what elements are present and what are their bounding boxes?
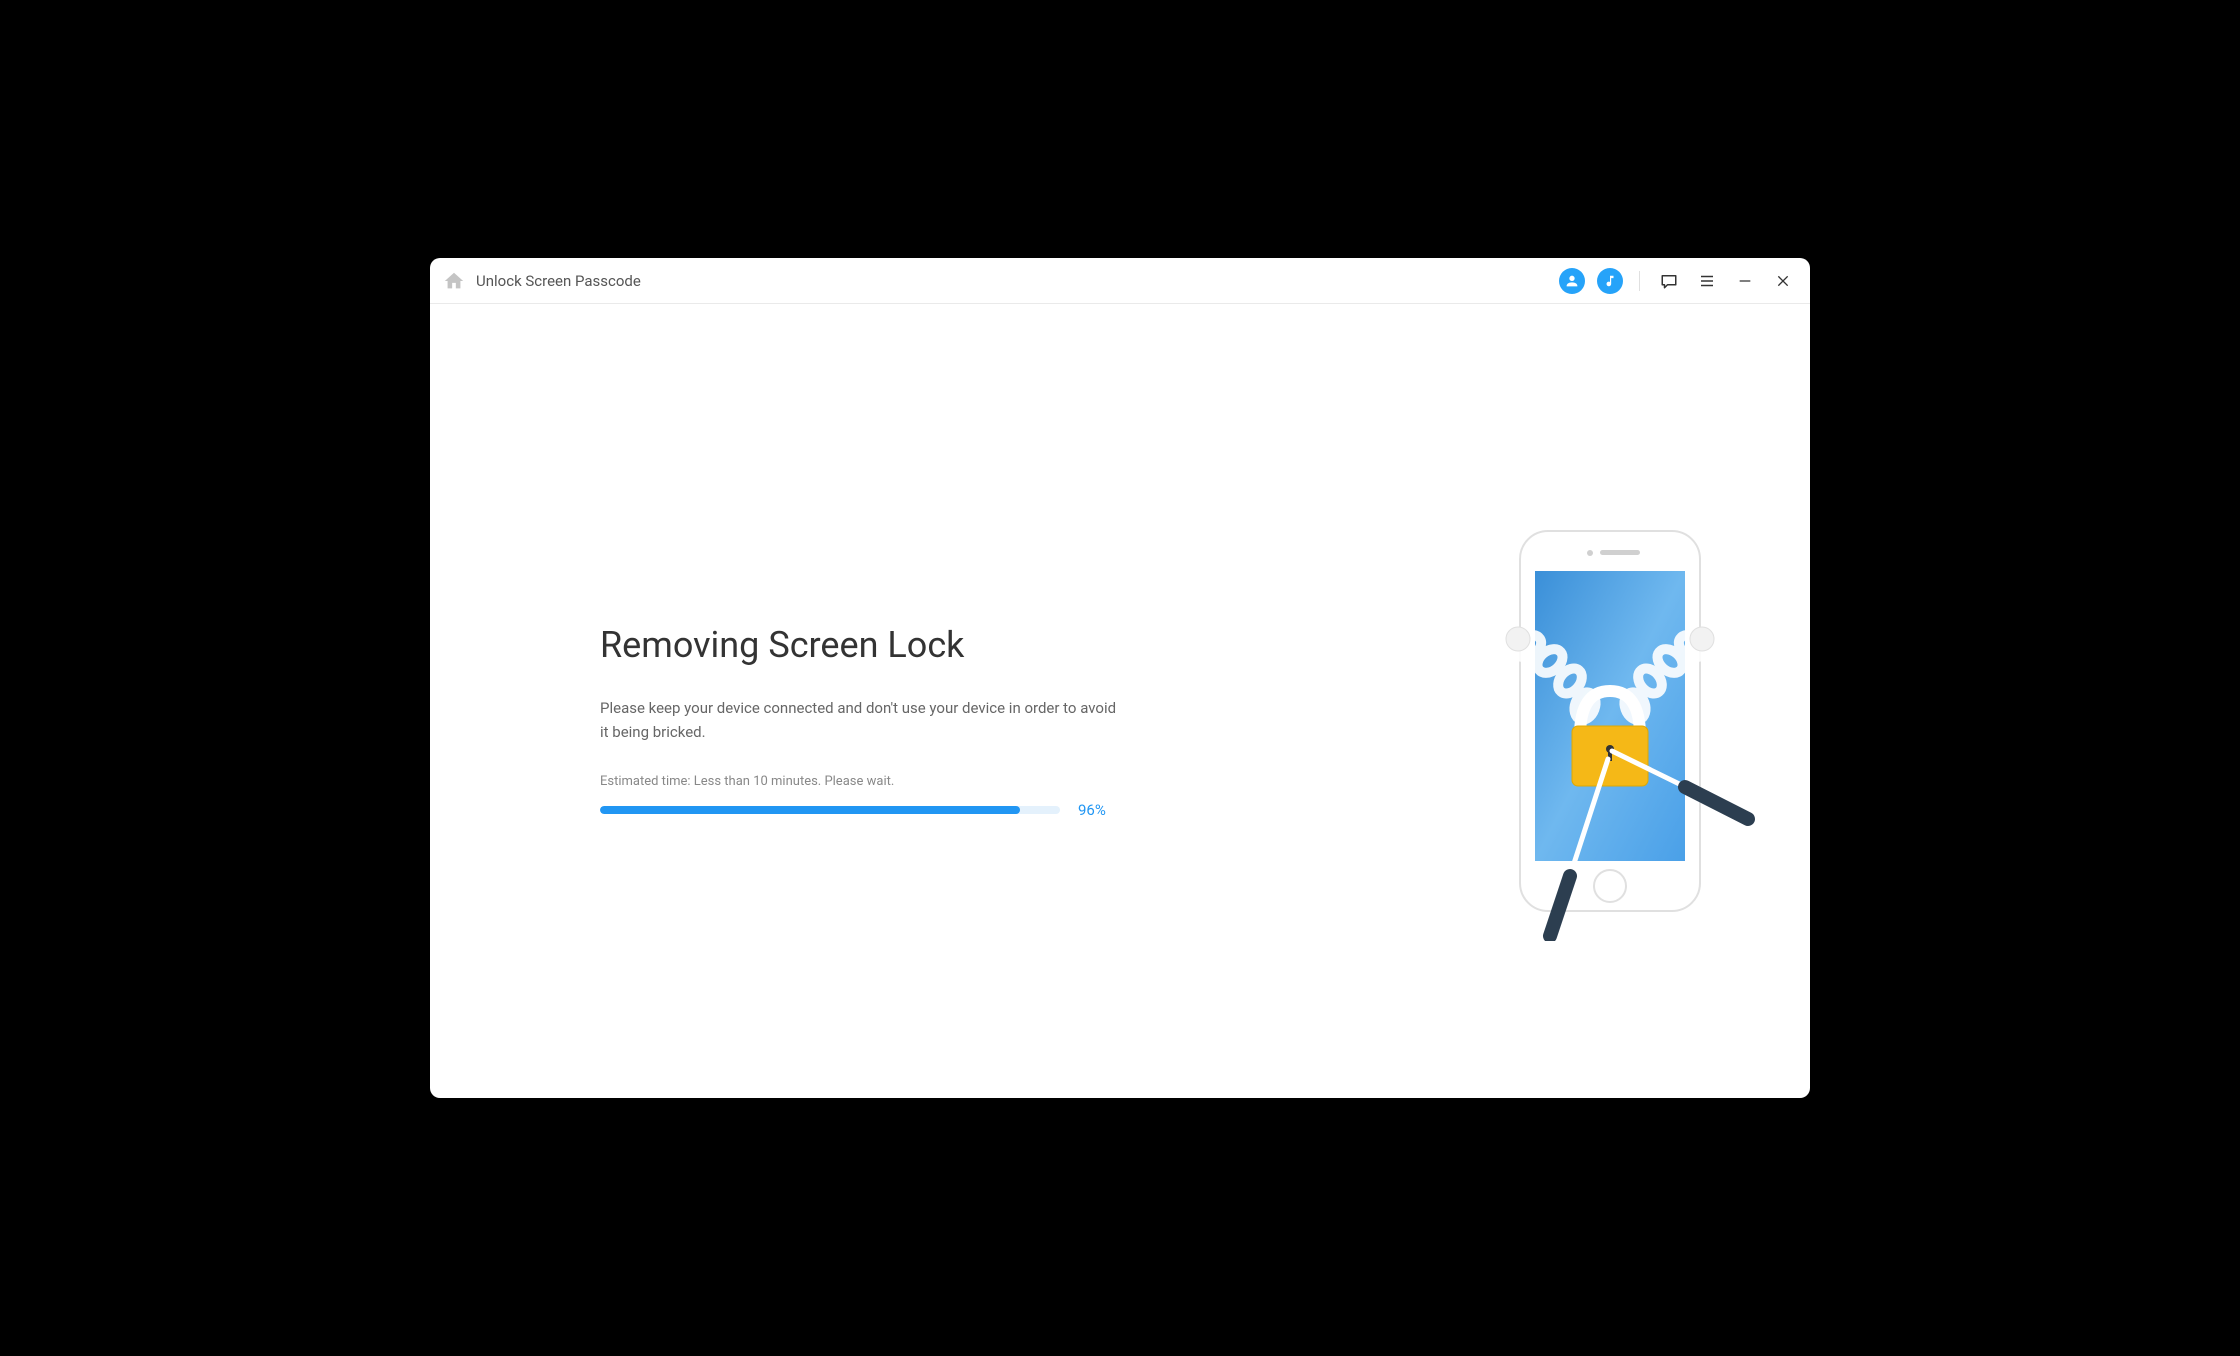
home-icon[interactable] <box>442 269 466 293</box>
illustration-panel <box>1420 481 1760 921</box>
music-button[interactable] <box>1595 266 1625 296</box>
minimize-button[interactable] <box>1730 266 1760 296</box>
left-panel: Removing Screen Lock Please keep your de… <box>480 584 1420 819</box>
phone-lock-illustration <box>1480 521 1700 921</box>
estimate-text: Estimated time: Less than 10 minutes. Pl… <box>600 774 1380 789</box>
divider <box>1639 271 1640 291</box>
window-title: Unlock Screen Passcode <box>476 272 641 290</box>
user-icon <box>1559 268 1585 294</box>
feedback-button[interactable] <box>1654 266 1684 296</box>
menu-button[interactable] <box>1692 266 1722 296</box>
progress-fill <box>600 806 1020 814</box>
progress-row: 96% <box>600 801 1380 819</box>
progress-bar <box>600 806 1060 814</box>
main-heading: Removing Screen Lock <box>600 624 1380 666</box>
progress-percent: 96% <box>1078 801 1106 819</box>
titlebar-right <box>1557 266 1798 296</box>
music-icon <box>1597 268 1623 294</box>
account-button[interactable] <box>1557 266 1587 296</box>
titlebar-left: Unlock Screen Passcode <box>442 269 1557 293</box>
titlebar: Unlock Screen Passcode <box>430 258 1810 304</box>
main-content: Removing Screen Lock Please keep your de… <box>430 304 1810 1098</box>
close-button[interactable] <box>1768 266 1798 296</box>
description-text: Please keep your device connected and do… <box>600 696 1120 744</box>
app-window: Unlock Screen Passcode <box>430 258 1810 1098</box>
